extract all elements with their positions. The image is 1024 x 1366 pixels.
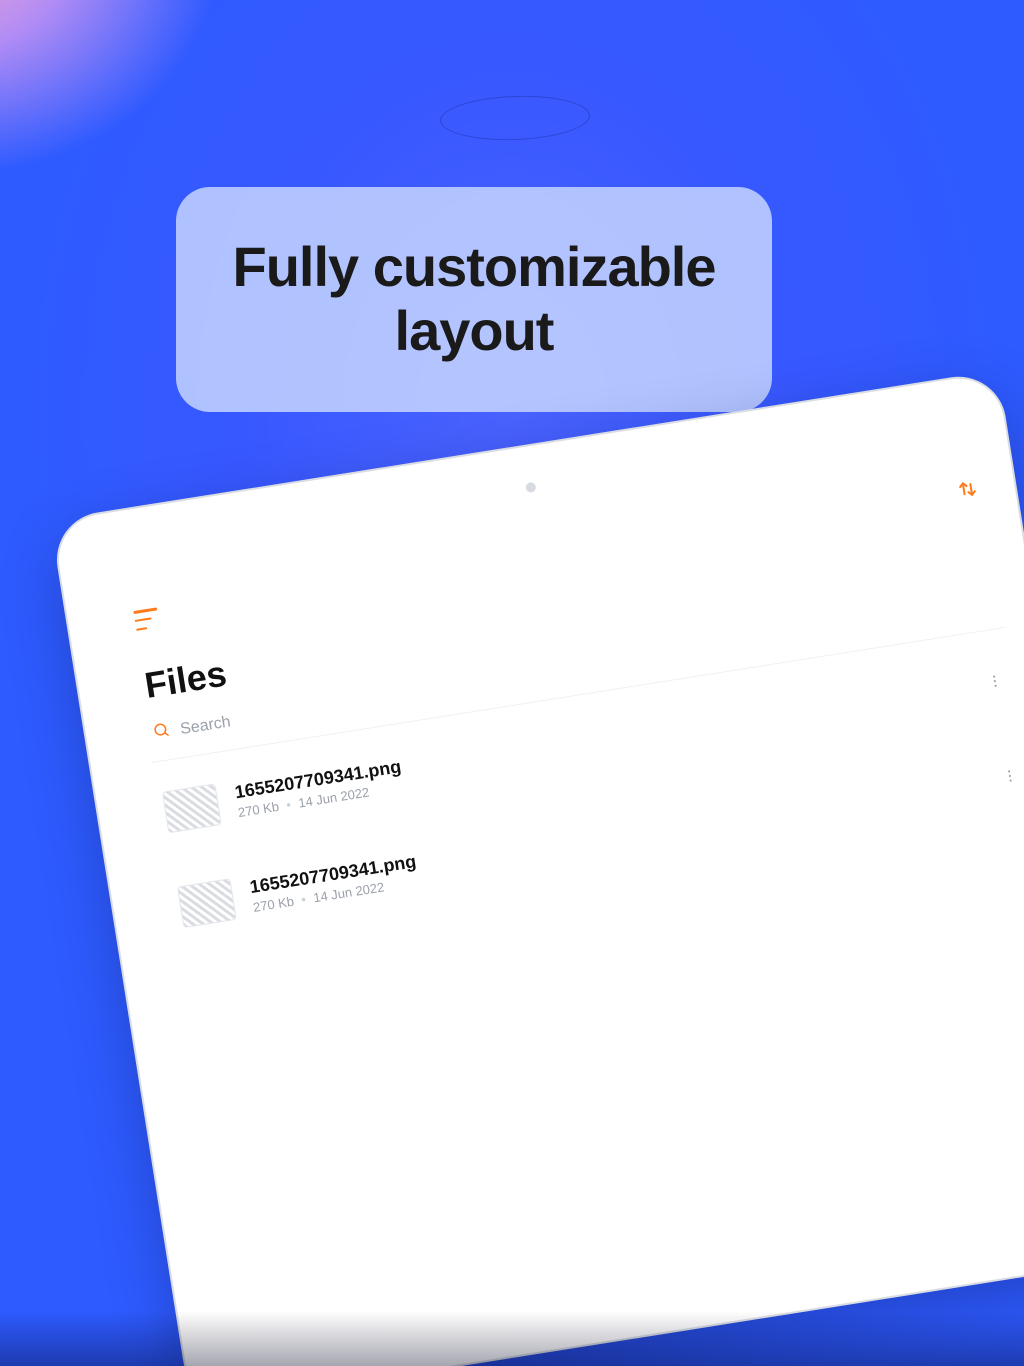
headline-text: Fully customizable layout: [226, 235, 722, 364]
tablet-body: Files 1655207709341.png 270 Kb: [50, 370, 1024, 1366]
more-button[interactable]: [994, 760, 1024, 792]
sort-icon[interactable]: [955, 477, 980, 502]
tablet-camera: [525, 482, 536, 493]
menu-filter-icon[interactable]: [133, 607, 160, 631]
headline-card: Fully customizable layout: [176, 187, 772, 412]
tablet-screen: Files 1655207709341.png 270 Kb: [126, 466, 1024, 1366]
bottom-shade: [0, 1311, 1024, 1366]
tablet-mockup: Files 1655207709341.png 270 Kb: [50, 370, 1024, 1366]
more-button[interactable]: [979, 665, 1011, 697]
file-thumbnail: [162, 783, 222, 833]
search-icon: [151, 720, 172, 746]
file-thumbnail: [177, 878, 237, 928]
